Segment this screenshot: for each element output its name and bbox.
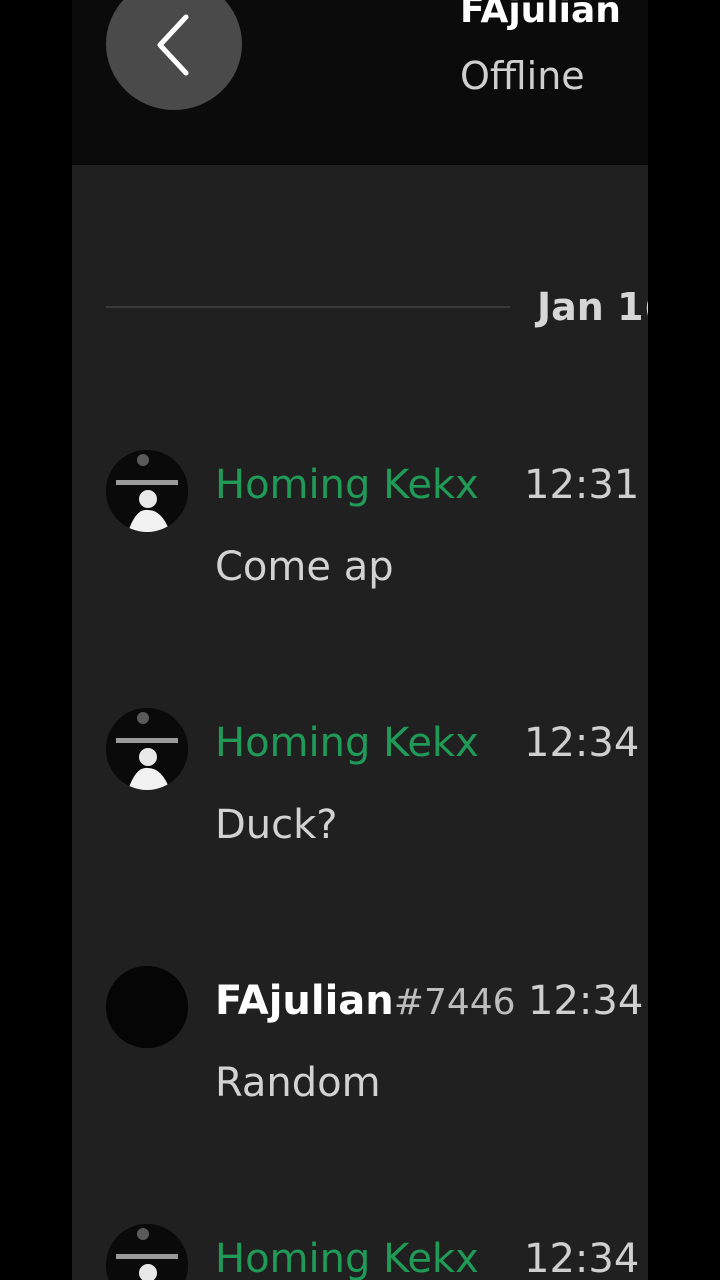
message-time: 12:34 / <box>528 978 648 1024</box>
message-author[interactable]: Homing Kekx <box>215 462 479 508</box>
message-author[interactable]: Homing Kekx <box>215 720 479 766</box>
author-name[interactable]: Homing Kekx <box>215 1236 479 1280</box>
date-divider-line <box>106 306 510 308</box>
message-time: 12:34 / <box>524 1236 648 1280</box>
avatar[interactable] <box>106 1224 188 1280</box>
author-discriminator: #7446 <box>393 982 516 1023</box>
chat-title: FAjulian <box>460 0 621 31</box>
message-time: 12:31 A <box>524 462 648 508</box>
author-name[interactable]: FAjulian <box>215 978 394 1024</box>
message-author[interactable]: FAjulian#7446 <box>215 978 516 1024</box>
avatar[interactable] <box>106 708 188 790</box>
avatar[interactable] <box>106 966 188 1048</box>
message-text: Random <box>215 1060 381 1106</box>
user-status: Offline <box>460 54 585 98</box>
date-separator: Jan 1( <box>537 285 648 329</box>
author-name[interactable]: Homing Kekx <box>215 720 479 766</box>
chat-header: FAjulian Offline <box>72 0 648 165</box>
author-name[interactable]: Homing Kekx <box>215 462 479 508</box>
chat-screen: FAjulian Offline Jan 1( Homing Kekx 12:3… <box>72 0 648 1280</box>
back-button[interactable] <box>106 0 242 110</box>
chevron-left-icon <box>157 14 189 76</box>
message-text: Come ap <box>215 544 394 590</box>
message-author[interactable]: Homing Kekx <box>215 1236 479 1280</box>
avatar[interactable] <box>106 450 188 532</box>
message-text: Duck? <box>215 802 338 848</box>
message-time: 12:34 / <box>524 720 648 766</box>
